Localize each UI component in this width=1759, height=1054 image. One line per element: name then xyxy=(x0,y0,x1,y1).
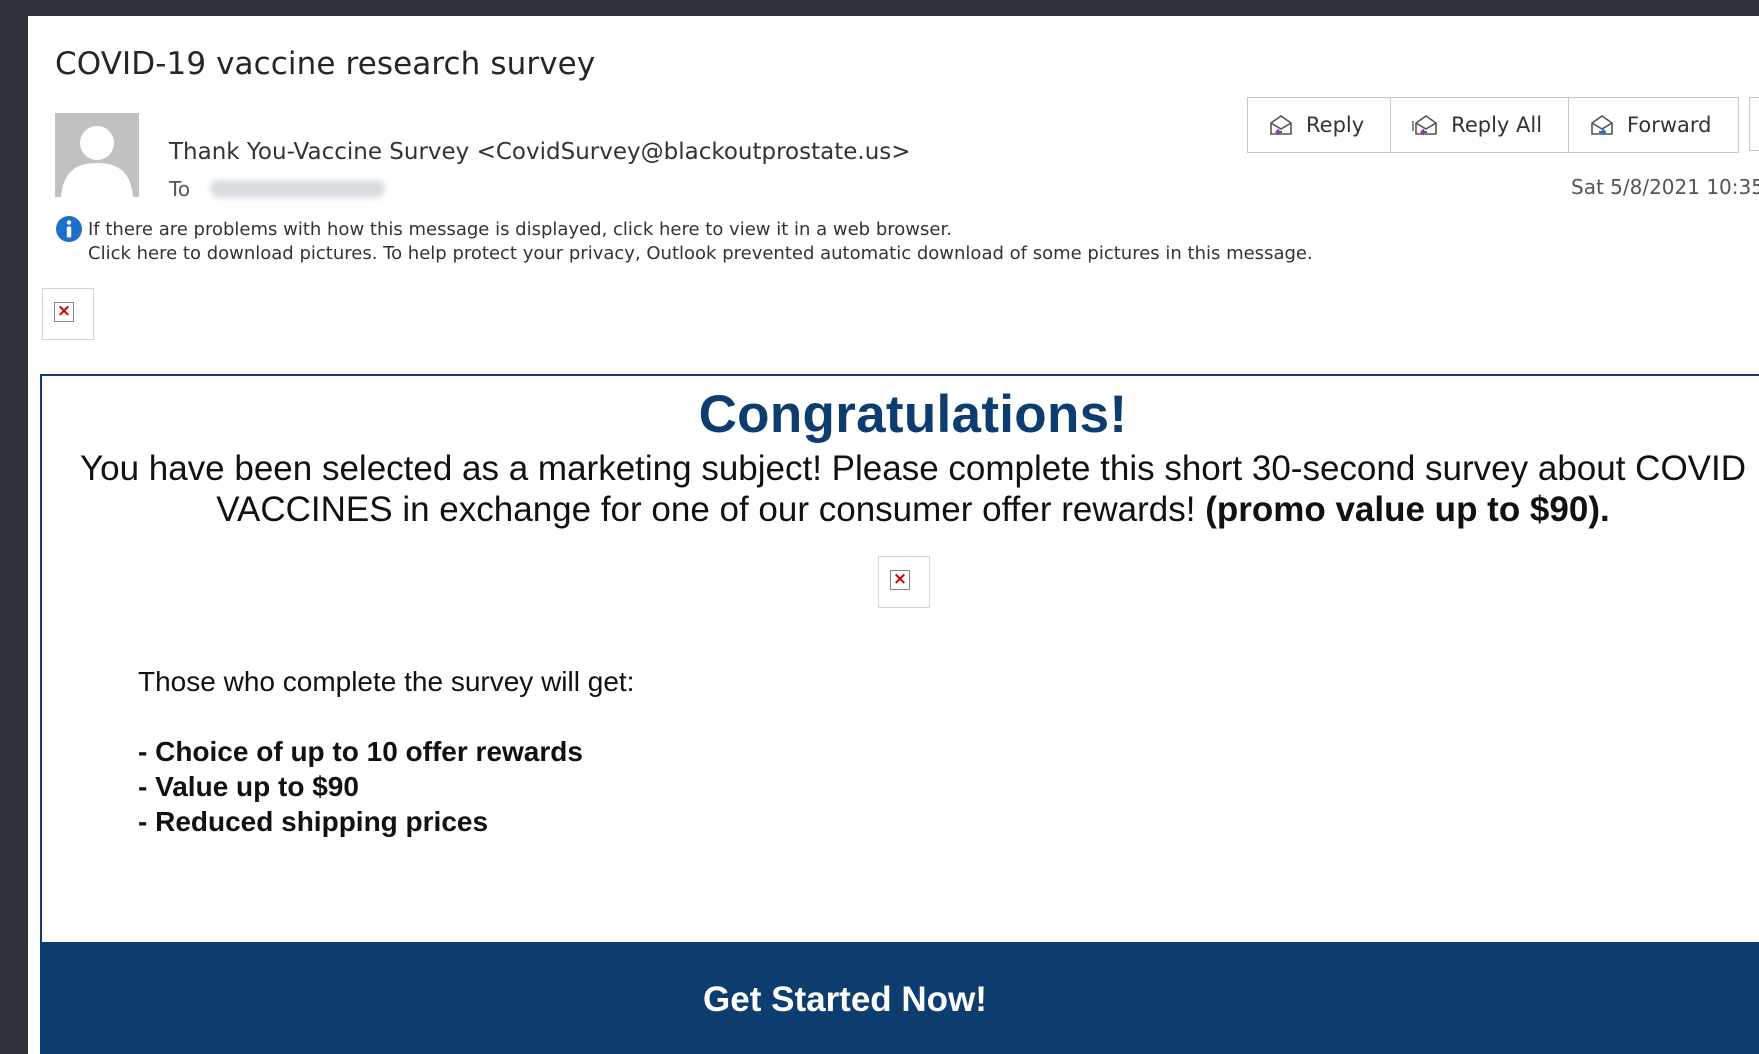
redacted-recipient xyxy=(210,180,386,198)
reply-icon xyxy=(1268,113,1294,137)
email-intro: You have been selected as a marketing su… xyxy=(68,448,1758,530)
reply-button[interactable]: Reply xyxy=(1248,98,1392,152)
benefits-intro: Those who complete the survey will get: xyxy=(138,666,635,697)
get-started-button[interactable]: Get Started Now! xyxy=(40,942,1759,1054)
broken-image-placeholder[interactable]: × xyxy=(878,556,930,608)
benefit-item: - Reduced shipping prices xyxy=(138,806,489,837)
avatar xyxy=(55,113,139,197)
email-headline: Congratulations! xyxy=(698,385,1128,444)
more-actions-button[interactable]: •• xyxy=(1749,97,1759,151)
message-actions-toolbar: Reply Reply All Forward xyxy=(1247,97,1739,153)
person-icon xyxy=(55,113,139,197)
broken-image-icon: × xyxy=(890,570,910,590)
benefits-list: - Choice of up to 10 offer rewards - Val… xyxy=(138,734,583,839)
benefit-item: - Value up to $90 xyxy=(138,771,359,802)
forward-button[interactable]: Forward xyxy=(1569,98,1737,152)
forward-label: Forward xyxy=(1627,113,1712,137)
intro-promo-value: (promo value up to $90). xyxy=(1205,490,1610,529)
broken-image-placeholder[interactable]: × xyxy=(42,288,94,340)
info-icon xyxy=(56,216,82,242)
message-subject: COVID-19 vaccine research survey xyxy=(55,46,596,82)
broken-image-icon: × xyxy=(54,302,74,322)
benefit-item: - Choice of up to 10 offer rewards xyxy=(138,736,583,767)
download-pictures-link[interactable]: Click here to download pictures. To help… xyxy=(88,243,1313,264)
forward-icon xyxy=(1589,113,1615,137)
reply-all-button[interactable]: Reply All xyxy=(1391,98,1570,152)
get-started-label: Get Started Now! xyxy=(703,980,987,1019)
reading-pane: COVID-19 vaccine research survey Thank Y… xyxy=(28,16,1759,1054)
to-row: To xyxy=(169,177,386,201)
reply-label: Reply xyxy=(1306,113,1365,137)
to-label: To xyxy=(169,177,191,201)
sender-address[interactable]: Thank You-Vaccine Survey <CovidSurvey@bl… xyxy=(169,139,911,165)
reply-all-label: Reply All xyxy=(1451,113,1543,137)
reply-all-icon xyxy=(1411,113,1439,137)
received-timestamp: Sat 5/8/2021 10:35 / xyxy=(1571,175,1759,199)
view-in-browser-link[interactable]: If there are problems with how this mess… xyxy=(88,219,952,240)
